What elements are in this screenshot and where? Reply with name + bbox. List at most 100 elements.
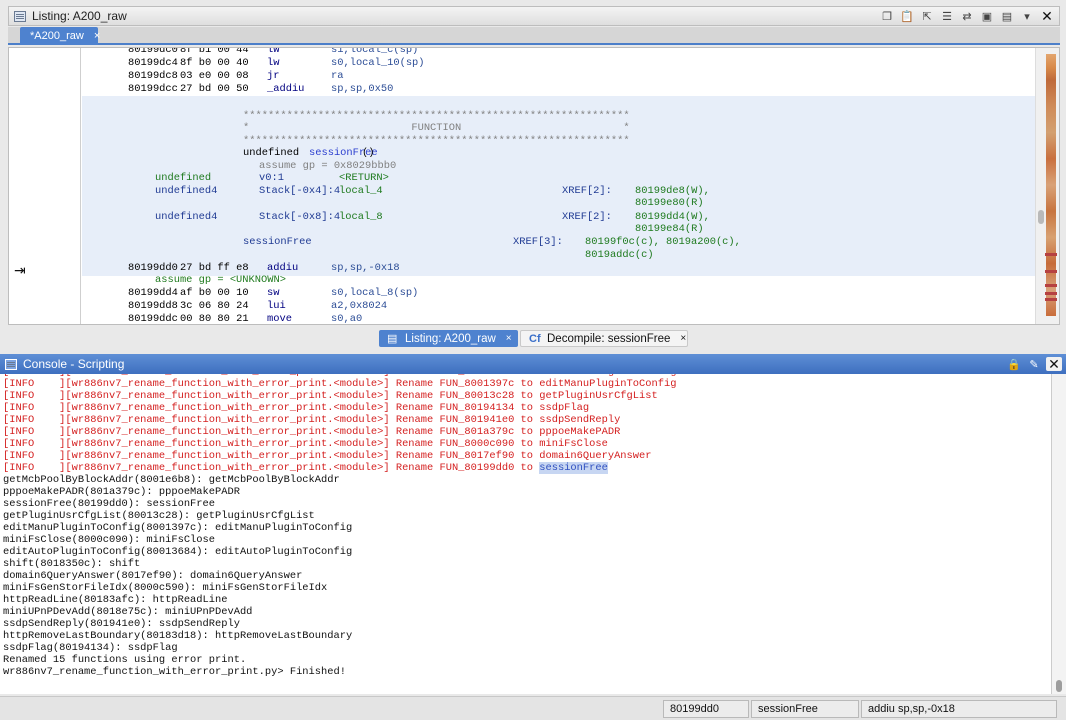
instruction-operands: sp,sp,0x50 <box>331 83 394 95</box>
function-banner: ****************************************… <box>243 135 630 147</box>
assume-gp-unknown: assume gp = <UNKNOWN> <box>155 274 286 286</box>
paste-icon[interactable]: 📋 <box>899 9 915 23</box>
overview-marker <box>1045 292 1057 295</box>
close-tab-icon[interactable]: × <box>506 333 512 344</box>
function-banner: * FUNCTION * <box>243 122 630 134</box>
console-info-line: [INFO ][wr886nv7_rename_function_with_er… <box>3 402 590 414</box>
instruction-bytes: 03 e0 00 08 <box>180 70 249 82</box>
console-info-line: [INFO ][wr886nv7_rename_function_with_er… <box>3 390 658 402</box>
close-icon[interactable]: ✕ <box>1046 356 1062 372</box>
tab-a200-raw[interactable]: *A200_raw × <box>20 27 100 45</box>
layout-menu-icon[interactable]: ▤ <box>999 9 1015 23</box>
copy-icon[interactable]: ❐ <box>879 9 895 23</box>
console-output-line: editManuPluginToConfig(8001397c): editMa… <box>3 522 353 534</box>
console-output-line: miniFsGenStorFileIdx(8000c590): miniFsGe… <box>3 582 328 594</box>
status-bar: 80199dd0 sessionFree addiu sp,sp,-0x18 <box>0 696 1066 720</box>
status-address: 80199dd0 <box>663 700 749 718</box>
console-output-line: httpRemoveLastBoundary(80183d18): httpRe… <box>3 630 353 642</box>
console-info-line: [INFO ][wr886nv7_rename_function_with_er… <box>3 462 676 474</box>
instruction-address: 80199dd4 <box>128 287 178 299</box>
console-info-text: [INFO ][wr886nv7_rename_function_with_er… <box>3 462 540 474</box>
variable-xref-ref: 80199de8(W), <box>635 185 710 197</box>
variable-name: local_4 <box>339 185 383 197</box>
console-output-line: domain6QueryAnswer(8017ef90): domain6Que… <box>3 570 303 582</box>
variable-xref-ref: 80199dd4(W), <box>635 211 710 223</box>
console-output-line: httpReadLine(80183afc): httpReadLine <box>3 594 228 606</box>
variable-xref: XREF[2]: <box>562 211 612 223</box>
instruction-address: 80199dc0 <box>128 47 178 56</box>
close-tab-icon[interactable]: × <box>680 333 686 344</box>
overview-marker <box>1045 270 1057 273</box>
listing-window-icon <box>14 10 26 22</box>
return-register: v0:1 <box>259 172 284 184</box>
view-tab-strip: ▤ Listing: A200_raw × Cf Decompile: sess… <box>0 329 1066 349</box>
console-icon <box>5 358 17 370</box>
instruction-operands: s1,local_c(sp) <box>331 47 419 56</box>
instruction-address: 80199dc8 <box>128 70 178 82</box>
label-xref: XREF[3]: <box>513 236 563 248</box>
tab-decompile[interactable]: Cf Decompile: sessionFree × <box>520 330 688 347</box>
clear-console-icon[interactable]: ✎ <box>1026 357 1042 371</box>
assume-gp: assume gp = 0x8029bbb0 <box>259 160 397 172</box>
close-icon[interactable]: ✕ <box>1039 8 1055 24</box>
dropdown-chevron-icon[interactable]: ▾ <box>1019 9 1035 23</box>
console-output-line: miniUPnPDevAdd(8018e75c): miniUPnPDevAdd <box>3 606 253 618</box>
close-tab-icon[interactable]: × <box>94 30 100 42</box>
console-toolbar: 🔒 ✎ ✕ <box>1006 356 1066 372</box>
return-type: undefined <box>155 172 212 184</box>
listing-scroll-thumb[interactable] <box>1038 210 1044 224</box>
label-xref-refs: 80199f0c(c), 8019a200(c), <box>585 236 741 248</box>
instruction-mnemonic: addiu <box>267 262 299 274</box>
instruction-bytes: 8f b1 00 44 <box>180 47 249 56</box>
console-info-line: [INFO ][wr886nv7_rename_function_with_er… <box>3 438 608 450</box>
instruction-operands: s0,local_8(sp) <box>331 287 419 299</box>
instruction-mnemonic: sw <box>267 287 280 299</box>
console-info-line: [INFO ][wr886nv7_rename_function_with_er… <box>3 414 621 426</box>
instruction-mnemonic: jr <box>267 70 280 82</box>
console-scrollbar[interactable] <box>1052 374 1066 694</box>
instruction-bytes: 3c 06 80 24 <box>180 300 249 312</box>
instruction-bytes: af b0 00 10 <box>180 287 249 299</box>
variable-storage: Stack[-0x4]:4 <box>259 185 341 197</box>
lock-icon[interactable]: 🔒 <box>1006 357 1022 371</box>
overview-marker <box>1045 298 1057 301</box>
instruction-address: 80199ddc <box>128 313 178 325</box>
listing-pane[interactable]: ⇥ 80199dc0 8f b1 00 44 lw s1,local_c(sp) 801… <box>8 47 1060 325</box>
console-output-line: ssdpSendReply(801941e0): ssdpSendReply <box>3 618 240 630</box>
function-label: sessionFree <box>243 236 312 248</box>
instruction-address: 80199dc4 <box>128 57 178 69</box>
status-function: sessionFree <box>751 700 859 718</box>
diff-view-icon[interactable]: ⇄ <box>959 9 975 23</box>
instruction-mnemonic: lw <box>267 57 280 69</box>
tab-listing[interactable]: ▤ Listing: A200_raw × <box>379 330 518 347</box>
cursor-select-icon[interactable]: ⇱ <box>919 9 935 23</box>
variable-type: undefined4 <box>155 211 218 223</box>
function-banner: ****************************************… <box>243 110 630 122</box>
console-window: Console - Scripting 🔒 ✎ ✕ [INFO ][wr886n… <box>0 354 1066 720</box>
console-scroll-thumb[interactable] <box>1056 680 1062 692</box>
instruction-operands: a2,0x8024 <box>331 300 388 312</box>
instruction-bytes: 27 bd 00 50 <box>180 83 249 95</box>
field-editor-icon[interactable]: ☰ <box>939 9 955 23</box>
snapshot-icon[interactable]: ▣ <box>979 9 995 23</box>
overview-color-bar[interactable] <box>1046 54 1056 316</box>
return-tag: <RETURN> <box>339 172 389 184</box>
console-titlebar: Console - Scripting 🔒 ✎ ✕ <box>0 354 1066 374</box>
instruction-mnemonic: _addiu <box>267 83 305 95</box>
listing-titlebar: Listing: A200_raw ❐ 📋 ⇱ ☰ ⇄ ▣ ▤ ▾ ✕ <box>8 6 1060 26</box>
tab-label: *A200_raw <box>30 30 84 42</box>
function-signature-params: () <box>362 147 375 159</box>
variable-xref-ref: 80199e80(R) <box>635 197 704 209</box>
console-output-line: pppoeMakePADR(801a379c): pppoeMakePADR <box>3 486 240 498</box>
console-output-line: wr886nv7_rename_function_with_error_prin… <box>3 666 346 678</box>
instruction-operands: s0,a0 <box>331 313 363 325</box>
current-location-arrow-icon: ⇥ <box>14 262 26 278</box>
instruction-bytes: 00 80 80 21 <box>180 313 249 325</box>
console-output[interactable]: [INFO ][wr886nv7_rename_function_with_er… <box>0 374 1052 694</box>
console-output-line: getMcbPoolByBlockAddr(8001e6b8): getMcbP… <box>3 474 340 486</box>
listing-content: 80199dc0 8f b1 00 44 lw s1,local_c(sp) 80199… <box>82 48 1037 324</box>
console-output-line: sessionFree(80199dd0): sessionFree <box>3 498 216 510</box>
console-selection-highlight[interactable]: sessionFree <box>539 462 608 474</box>
variable-storage: Stack[-0x8]:4 <box>259 211 341 223</box>
function-signature-type: undefined <box>243 147 306 159</box>
